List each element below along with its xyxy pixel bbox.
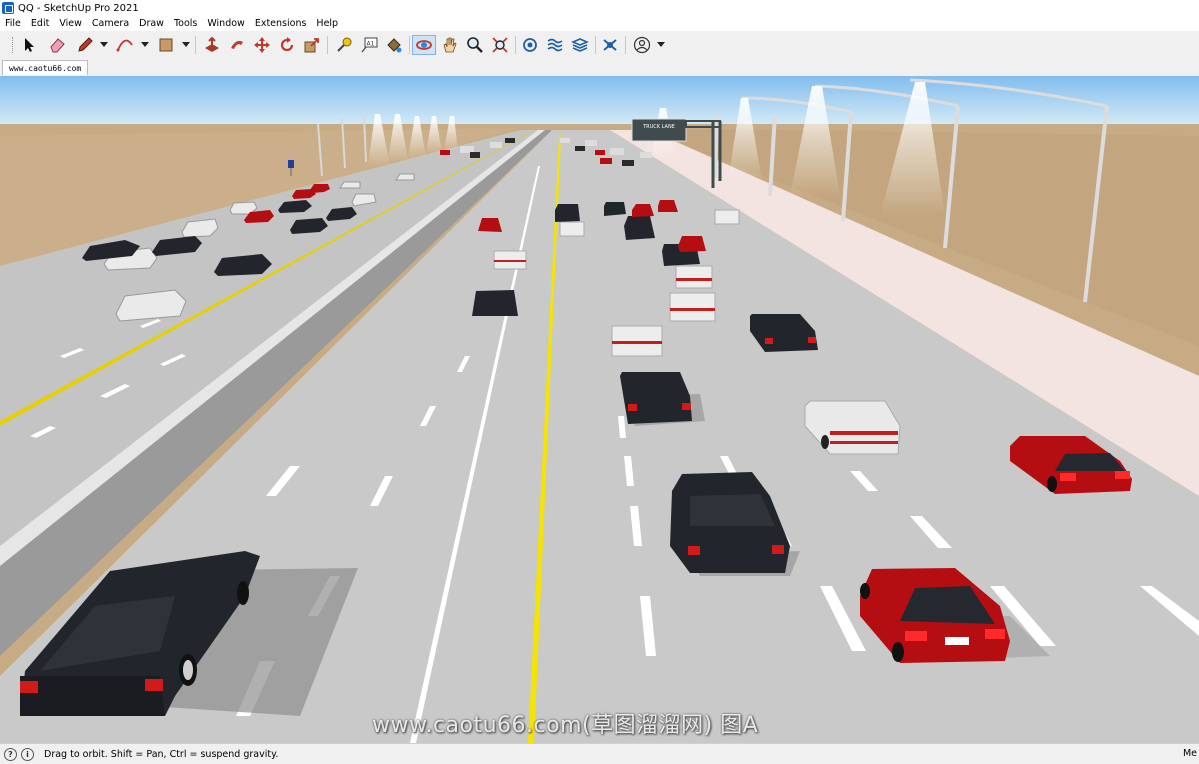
magnifier-icon [467, 37, 483, 53]
hand-icon [443, 37, 457, 53]
zoom-tool-button[interactable] [465, 35, 485, 55]
line-tool-dropdown-icon[interactable] [100, 42, 108, 47]
text-tool-button[interactable]: A1 [359, 35, 379, 55]
sign-text: TRUCK LANE [642, 124, 675, 130]
toolbar-grip[interactable] [12, 37, 15, 53]
move-tool-button[interactable] [252, 35, 272, 55]
toolbar-separator [195, 36, 196, 54]
status-hint: Drag to orbit. Shift = Pan, Ctrl = suspe… [44, 748, 279, 760]
menu-bar: File Edit View Camera Draw Tools Window … [0, 16, 1199, 31]
pencil-icon [78, 37, 93, 52]
car-black [620, 372, 692, 424]
profile-dropdown-icon[interactable] [657, 42, 665, 47]
menu-file[interactable]: File [0, 18, 26, 29]
shapes-tool-dropdown-icon[interactable] [182, 42, 190, 47]
push-pull-icon [205, 36, 219, 52]
geo-location-icon[interactable]: ? [4, 747, 17, 761]
menu-draw[interactable]: Draw [134, 18, 169, 29]
pan-tool-button[interactable] [440, 35, 460, 55]
toolbar-separator [327, 36, 328, 54]
watermark-text: www.caotu66.com(草图溜溜网) 图A [372, 713, 759, 738]
eraser-tool-button[interactable] [47, 35, 67, 55]
profile-tool-button[interactable] [632, 35, 652, 55]
follow-me-tool-button[interactable] [227, 35, 247, 55]
layout-icon [571, 38, 589, 52]
main-toolbar: A1 [0, 31, 1199, 60]
highway-scene: TRUCK LANE [0, 76, 1199, 743]
extension-warehouse-tool-button[interactable] [545, 35, 565, 55]
svg-text:A1: A1 [367, 41, 375, 48]
move-icon [254, 37, 270, 53]
warehouse-icon [523, 38, 537, 52]
warehouse-tool-button[interactable] [520, 35, 540, 55]
zoom-extents-icon [492, 37, 508, 53]
text-icon: A1 [361, 37, 378, 53]
paint-bucket-tool-button[interactable] [384, 35, 404, 55]
rectangle-icon [159, 38, 173, 52]
measurements-label: Me [1182, 748, 1197, 759]
arc-icon [116, 39, 133, 52]
layout-tool-button[interactable] [570, 35, 590, 55]
extension-manager-icon [603, 39, 617, 51]
extension-icon [547, 38, 563, 52]
follow-me-icon [231, 40, 243, 49]
line-tool-button[interactable] [75, 35, 95, 55]
orbit-icon [416, 40, 432, 50]
toolbar-separator [409, 36, 410, 54]
menu-help[interactable]: Help [311, 18, 343, 29]
sky [0, 76, 1199, 128]
sketchup-app-icon [2, 2, 14, 14]
menu-view[interactable]: View [54, 18, 87, 29]
scale-icon [304, 38, 319, 53]
tape-measure-icon [337, 37, 352, 52]
window-title: QQ - SketchUp Pro 2021 [18, 2, 139, 14]
menu-window[interactable]: Window [202, 18, 249, 29]
eraser-icon [50, 38, 65, 53]
status-bar: ? i Drag to orbit. Shift = Pan, Ctrl = s… [0, 743, 1199, 764]
paint-bucket-icon [387, 38, 402, 53]
shapes-tool-button[interactable] [156, 35, 176, 55]
model-viewport[interactable]: TRUCK LANE www.caotu66.com(草图溜溜网) 图A [0, 76, 1199, 743]
zoom-extents-tool-button[interactable] [490, 35, 510, 55]
menu-tools[interactable]: Tools [169, 18, 202, 29]
scene-tab[interactable]: www.caotu66.com [2, 60, 89, 75]
rotate-icon [280, 37, 294, 52]
scale-tool-button[interactable] [302, 35, 322, 55]
toolbar-separator [595, 36, 596, 54]
toolbar-separator [625, 36, 626, 54]
rotate-tool-button[interactable] [277, 35, 297, 55]
menu-edit[interactable]: Edit [26, 18, 54, 29]
info-icon[interactable]: i [21, 747, 34, 761]
user-icon [633, 36, 651, 54]
title-bar: QQ - SketchUp Pro 2021 [0, 0, 1199, 17]
push-pull-tool-button[interactable] [202, 35, 222, 55]
toolbar-separator [515, 36, 516, 54]
select-tool-button[interactable] [19, 35, 39, 55]
tape-measure-tool-button[interactable] [334, 35, 354, 55]
extension-manager-tool-button[interactable] [600, 35, 620, 55]
scene-tabs: www.caotu66.com [0, 59, 1199, 76]
arrow-cursor-icon [25, 38, 34, 52]
menu-extensions[interactable]: Extensions [250, 18, 312, 29]
menu-camera[interactable]: Camera [87, 18, 134, 29]
arc-tool-dropdown-icon[interactable] [141, 42, 149, 47]
orbit-tool-button[interactable] [412, 35, 436, 55]
arc-tool-button[interactable] [115, 35, 135, 55]
